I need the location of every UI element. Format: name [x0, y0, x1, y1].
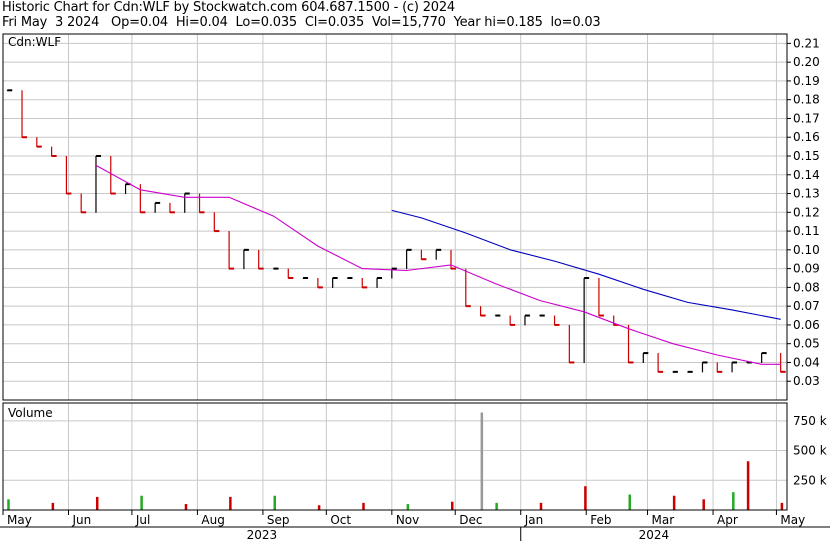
symbol-label: Cdn:WLF: [8, 35, 61, 49]
volume-label: Volume: [8, 406, 53, 420]
volume-bar: [362, 502, 365, 510]
year-label: 2024: [639, 528, 670, 542]
price-tick-label: 0.12: [793, 205, 820, 219]
volume-bars: [7, 412, 784, 510]
volume-bar: [539, 502, 543, 510]
price-tick-label: 0.09: [793, 262, 820, 276]
month-label: Jan: [524, 513, 544, 527]
volume-bar: [317, 505, 321, 510]
volume-bar: [51, 502, 55, 510]
price-tick-label: 0.03: [793, 374, 820, 388]
month-label: May: [7, 513, 32, 527]
price-tick-label: 0.19: [793, 74, 820, 88]
volume-bar: [95, 496, 99, 510]
month-label: Apr: [717, 513, 738, 527]
price-tick-label: 0.06: [793, 318, 820, 332]
volume-tick-label: 500 k: [793, 444, 827, 458]
volume-bar: [451, 501, 454, 510]
volume-bar: [780, 502, 784, 510]
short-moving-average-line: [95, 164, 781, 365]
volume-bar: [140, 495, 143, 510]
price-tick-label: 0.04: [793, 355, 820, 369]
volume-bar: [229, 496, 232, 510]
price-tick-label: 0.15: [793, 149, 820, 163]
month-label: Nov: [396, 513, 419, 527]
volume-bar: [672, 495, 676, 510]
volume-bar: [184, 504, 188, 510]
volume-bar: [406, 504, 410, 510]
price-tick-label: 0.20: [793, 55, 820, 69]
month-label: May: [780, 513, 805, 527]
price-tick-label: 0.13: [793, 187, 820, 201]
price-tick-label: 0.14: [793, 168, 820, 182]
volume-bar: [746, 461, 750, 510]
volume-bar: [732, 492, 735, 510]
price-tick-label: 0.18: [793, 93, 820, 107]
volume-bar: [480, 412, 484, 510]
price-tick-label: 0.05: [793, 337, 820, 351]
month-label: Jul: [135, 513, 150, 527]
axis-labels: 0.03 0.04 0.05 0.06 0.07 0.08 0.09 0.10 0.11 0.12…: [7, 36, 827, 542]
month-label: Sep: [267, 513, 290, 527]
volume-bar: [495, 502, 498, 510]
volume-panel-border: [2, 402, 788, 511]
year-label: 2023: [247, 528, 278, 542]
price-tick-label: 0.10: [793, 243, 820, 257]
grid-lines: [3, 34, 787, 510]
volume-bar: [273, 495, 276, 510]
month-label: Mar: [652, 513, 675, 527]
month-label: Feb: [590, 513, 611, 527]
price-tick-label: 0.16: [793, 130, 820, 144]
volume-bar: [628, 494, 632, 510]
month-label: Oct: [330, 513, 351, 527]
volume-bar: [584, 486, 587, 510]
volume-tick-label: 250 k: [793, 473, 827, 487]
price-tick-label: 0.07: [793, 299, 820, 313]
month-label: Aug: [201, 513, 224, 527]
price-tick-label: 0.21: [793, 36, 820, 50]
volume-tick-label: 750 k: [793, 414, 827, 428]
month-label: Dec: [459, 513, 482, 527]
volume-bar: [702, 499, 705, 510]
moving-average-lines: [95, 164, 781, 365]
volume-bar: [7, 499, 10, 510]
stock-chart: 0.03 0.04 0.05 0.06 0.07 0.08 0.09 0.10 0.11 0.12…: [0, 33, 830, 542]
month-label: Jun: [72, 513, 92, 527]
price-tick-label: 0.17: [793, 111, 820, 125]
price-tick-label: 0.11: [793, 224, 820, 238]
price-tick-label: 0.08: [793, 280, 820, 294]
price-panel-border: [2, 33, 788, 401]
